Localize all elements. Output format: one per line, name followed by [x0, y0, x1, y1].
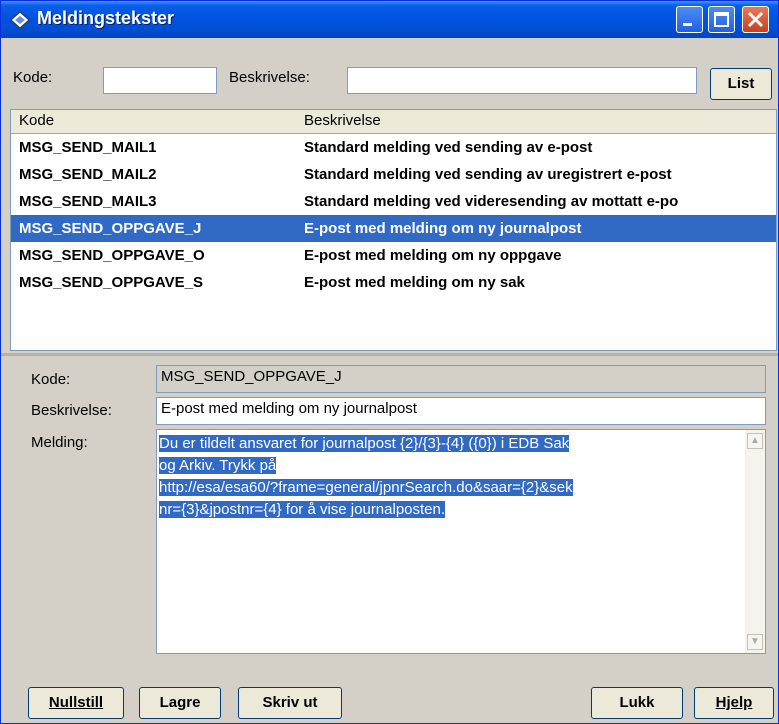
- search-kode-label: Kode:: [13, 69, 53, 86]
- hjelp-button-label: Hjelp: [715, 694, 753, 711]
- row-kode: MSG_SEND_MAIL1: [19, 139, 157, 156]
- detail-melding-label: Melding:: [31, 434, 88, 451]
- hjelp-button[interactable]: Hjelp: [694, 687, 774, 719]
- melding-line: og Arkiv. Trykk på: [159, 457, 277, 474]
- column-header-beskrivelse[interactable]: Beskrivelse: [304, 112, 381, 129]
- row-beskrivelse: Standard melding ved videresending av mo…: [304, 193, 679, 210]
- lukk-button[interactable]: Lukk: [591, 687, 683, 719]
- search-beskrivelse-input[interactable]: [347, 67, 697, 94]
- scroll-up-icon[interactable]: ▲: [747, 433, 763, 449]
- melding-line: nr={3}&jpostnr={4} for å vise journalpos…: [159, 501, 446, 518]
- minimize-button[interactable]: [676, 6, 703, 33]
- list-button[interactable]: List: [710, 68, 772, 100]
- row-beskrivelse: E-post med melding om ny sak: [304, 274, 525, 291]
- column-header-kode[interactable]: Kode: [19, 112, 54, 129]
- melding-textarea[interactable]: Du er tildelt ansvaret for journalpost {…: [156, 429, 766, 654]
- melding-text: Du er tildelt ansvaret for journalpost {…: [159, 433, 739, 521]
- row-beskrivelse: E-post med melding om ny journalpost: [304, 220, 582, 237]
- skriv-ut-button-label: Skriv ut: [262, 694, 318, 711]
- close-icon: [747, 11, 764, 28]
- row-kode: MSG_SEND_MAIL2: [19, 166, 157, 183]
- row-beskrivelse: Standard melding ved sending av e-post: [304, 139, 593, 156]
- nullstill-button[interactable]: Nullstill: [28, 687, 124, 719]
- app-icon: [10, 11, 30, 29]
- row-beskrivelse: E-post med melding om ny oppgave: [304, 247, 562, 264]
- row-beskrivelse: Standard melding ved sending av uregistr…: [304, 166, 672, 183]
- lukk-button-label: Lukk: [619, 694, 655, 711]
- maximize-button[interactable]: [708, 6, 735, 33]
- close-button[interactable]: [742, 6, 769, 33]
- list-row[interactable]: MSG_SEND_OPPGAVE_O E-post med melding om…: [11, 242, 776, 269]
- lagre-button-label: Lagre: [159, 694, 201, 711]
- row-kode: MSG_SEND_OPPGAVE_S: [19, 274, 203, 291]
- list-row[interactable]: MSG_SEND_MAIL3 Standard melding ved vide…: [11, 188, 776, 215]
- detail-kode-field: MSG_SEND_OPPGAVE_J: [156, 365, 766, 393]
- melding-line: Du er tildelt ansvaret for journalpost {…: [159, 435, 570, 452]
- detail-beskrivelse-label: Beskrivelse:: [31, 402, 112, 419]
- title-bar[interactable]: Meldingstekster: [1, 1, 778, 38]
- list-row-selected[interactable]: MSG_SEND_OPPGAVE_J E-post med melding om…: [11, 215, 776, 242]
- window-title: Meldingstekster: [37, 8, 175, 28]
- melding-line: http://esa/esa60/?frame=general/jpnrSear…: [159, 479, 573, 496]
- search-beskrivelse-label: Beskrivelse:: [229, 69, 310, 86]
- skriv-ut-button[interactable]: Skriv ut: [238, 687, 342, 719]
- detail-beskrivelse-input[interactable]: E-post med melding om ny journalpost: [156, 397, 766, 425]
- search-kode-input[interactable]: [103, 67, 217, 94]
- scroll-down-icon[interactable]: ▼: [747, 634, 763, 650]
- lagre-button[interactable]: Lagre: [139, 687, 221, 719]
- detail-kode-label: Kode:: [31, 371, 71, 388]
- row-kode: MSG_SEND_OPPGAVE_O: [19, 247, 205, 264]
- list-button-label: List: [727, 75, 755, 92]
- message-list[interactable]: Kode Beskrivelse MSG_SEND_MAIL1 Standard…: [10, 109, 777, 351]
- list-row[interactable]: MSG_SEND_MAIL2 Standard melding ved send…: [11, 161, 776, 188]
- row-kode: MSG_SEND_MAIL3: [19, 193, 157, 210]
- list-row[interactable]: MSG_SEND_MAIL1 Standard melding ved send…: [11, 134, 776, 161]
- row-kode: MSG_SEND_OPPGAVE_J: [19, 220, 202, 237]
- nullstill-button-label: Nullstill: [48, 694, 104, 711]
- vertical-scrollbar[interactable]: ▲ ▼: [745, 430, 765, 653]
- minimize-icon: [683, 23, 692, 26]
- maximize-icon: [714, 12, 729, 27]
- list-header: Kode Beskrivelse: [11, 110, 776, 134]
- meldingstekster-window: Meldingstekster Kode: Beskrivelse: List …: [0, 0, 779, 724]
- list-row[interactable]: MSG_SEND_OPPGAVE_S E-post med melding om…: [11, 269, 776, 296]
- splitter[interactable]: [1, 353, 778, 356]
